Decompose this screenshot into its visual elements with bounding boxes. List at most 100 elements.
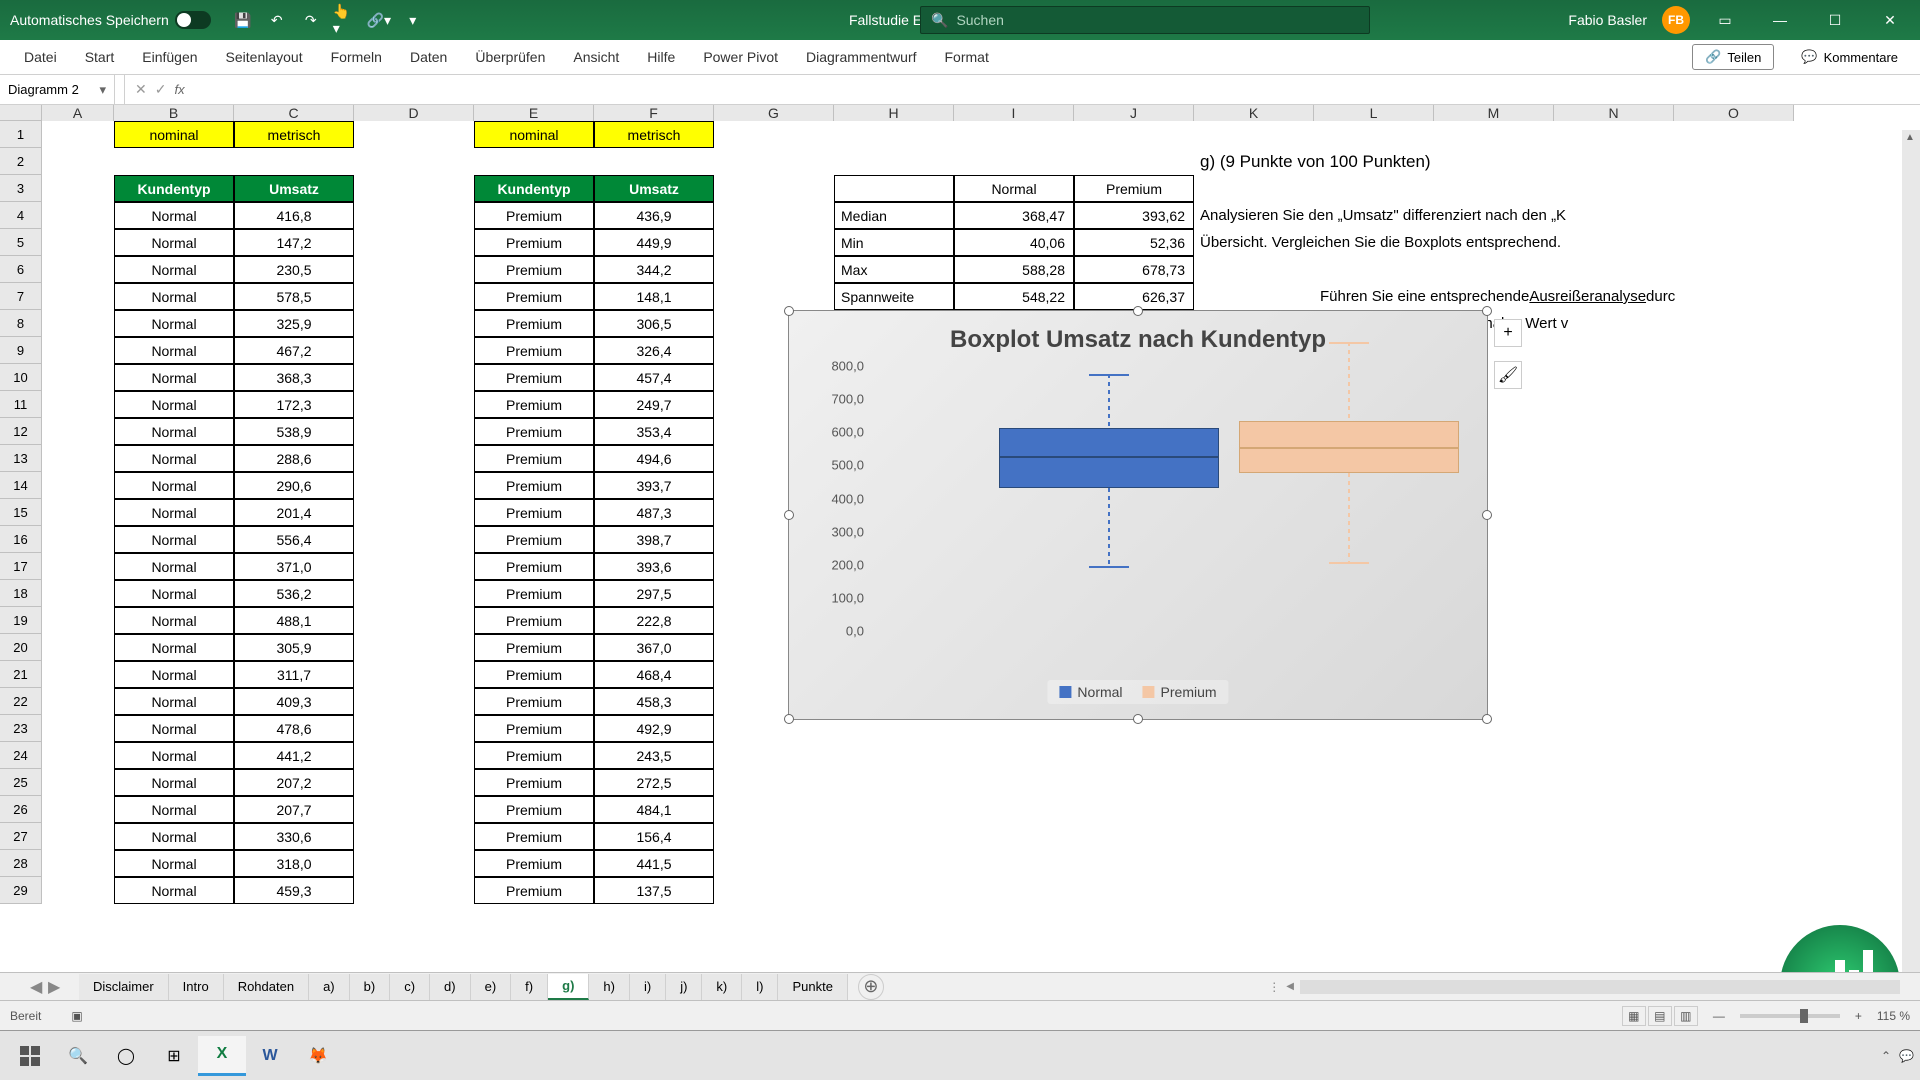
cell-e20[interactable]: Premium xyxy=(474,634,594,661)
notes-p2[interactable]: Führen Sie eine entsprechende Ausreißera… xyxy=(1314,283,1920,310)
link-icon[interactable]: 🔗▾ xyxy=(367,8,391,32)
cell-e15[interactable]: Premium xyxy=(474,499,594,526)
sheet-tab-f)[interactable]: f) xyxy=(511,974,548,1000)
sheet-tab-i)[interactable]: i) xyxy=(630,974,666,1000)
notes-title[interactable]: g) (9 Punkte von 100 Punkten) xyxy=(1194,148,1794,175)
cell-f15[interactable]: 487,3 xyxy=(594,499,714,526)
cell-b6[interactable]: Normal xyxy=(114,256,234,283)
cell-b15[interactable]: Normal xyxy=(114,499,234,526)
cell-b25[interactable]: Normal xyxy=(114,769,234,796)
row-header-19[interactable]: 19 xyxy=(0,607,42,634)
chart-handle-bc[interactable] xyxy=(1133,714,1143,724)
cell-f19[interactable]: 222,8 xyxy=(594,607,714,634)
start-button[interactable] xyxy=(6,1036,54,1076)
cell-b22[interactable]: Normal xyxy=(114,688,234,715)
cell-b5[interactable]: Normal xyxy=(114,229,234,256)
tab-einfuegen[interactable]: Einfügen xyxy=(128,40,211,75)
boxplot-chart[interactable]: + 🖌 Boxplot Umsatz nach Kundentyp 0,0100… xyxy=(788,310,1488,720)
cell-f29[interactable]: 137,5 xyxy=(594,877,714,904)
cell-j7[interactable]: 626,37 xyxy=(1074,283,1194,310)
col-header-I[interactable]: I xyxy=(954,105,1074,121)
cell-c3[interactable]: Umsatz xyxy=(234,175,354,202)
chart-plot-area[interactable]: 0,0100,0200,0300,0400,0500,0600,0700,080… xyxy=(869,366,1457,659)
search-box[interactable]: 🔍 Suchen xyxy=(920,6,1370,34)
notes-p1a[interactable]: Analysieren Sie den „Umsatz" differenzie… xyxy=(1194,202,1894,229)
col-header-D[interactable]: D xyxy=(354,105,474,121)
zoom-out-icon[interactable]: — xyxy=(1713,1009,1725,1023)
taskbar-notifications-icon[interactable]: 💬 xyxy=(1899,1049,1914,1063)
cell-f12[interactable]: 353,4 xyxy=(594,418,714,445)
row-header-4[interactable]: 4 xyxy=(0,202,42,229)
row-header-6[interactable]: 6 xyxy=(0,256,42,283)
cell-c16[interactable]: 556,4 xyxy=(234,526,354,553)
cell-h3[interactable] xyxy=(834,175,954,202)
cell-b13[interactable]: Normal xyxy=(114,445,234,472)
col-header-A[interactable]: A xyxy=(42,105,114,121)
chart-handle-tl[interactable] xyxy=(784,306,794,316)
cell-e14[interactable]: Premium xyxy=(474,472,594,499)
chart-handle-bl[interactable] xyxy=(784,714,794,724)
cell-e5[interactable]: Premium xyxy=(474,229,594,256)
share-button[interactable]: 🔗 Teilen xyxy=(1692,44,1774,70)
cell-b24[interactable]: Normal xyxy=(114,742,234,769)
row-header-11[interactable]: 11 xyxy=(0,391,42,418)
cell-f25[interactable]: 272,5 xyxy=(594,769,714,796)
cell-e28[interactable]: Premium xyxy=(474,850,594,877)
cell-e27[interactable]: Premium xyxy=(474,823,594,850)
cell-c8[interactable]: 325,9 xyxy=(234,310,354,337)
cell-f18[interactable]: 297,5 xyxy=(594,580,714,607)
row-header-1[interactable]: 1 xyxy=(0,121,42,148)
chart-legend[interactable]: Normal Premium xyxy=(1047,680,1228,704)
row-header-25[interactable]: 25 xyxy=(0,769,42,796)
fx-icon[interactable]: fx xyxy=(174,82,184,97)
cell-b19[interactable]: Normal xyxy=(114,607,234,634)
name-box[interactable]: Diagramm 2 ▾ xyxy=(0,75,115,104)
zoom-slider[interactable] xyxy=(1740,1014,1840,1018)
cell-c14[interactable]: 290,6 xyxy=(234,472,354,499)
col-header-M[interactable]: M xyxy=(1434,105,1554,121)
col-header-L[interactable]: L xyxy=(1314,105,1434,121)
notes-p1b[interactable]: Übersicht. Vergleichen Sie die Boxplots … xyxy=(1194,229,1894,256)
cell-b11[interactable]: Normal xyxy=(114,391,234,418)
zoom-in-icon[interactable]: + xyxy=(1855,1009,1862,1023)
col-header-G[interactable]: G xyxy=(714,105,834,121)
taskbar-search-icon[interactable]: 🔍 xyxy=(54,1036,102,1076)
cell-e18[interactable]: Premium xyxy=(474,580,594,607)
cell-b9[interactable]: Normal xyxy=(114,337,234,364)
cell-c24[interactable]: 441,2 xyxy=(234,742,354,769)
tab-start[interactable]: Start xyxy=(71,40,129,75)
row-header-21[interactable]: 21 xyxy=(0,661,42,688)
sheet-tab-Intro[interactable]: Intro xyxy=(169,974,224,1000)
row-header-13[interactable]: 13 xyxy=(0,445,42,472)
save-icon[interactable]: 💾 xyxy=(231,8,255,32)
row-header-28[interactable]: 28 xyxy=(0,850,42,877)
sheet-tab-Rohdaten[interactable]: Rohdaten xyxy=(224,974,309,1000)
cell-c26[interactable]: 207,7 xyxy=(234,796,354,823)
cell-e6[interactable]: Premium xyxy=(474,256,594,283)
cell-f10[interactable]: 457,4 xyxy=(594,364,714,391)
cell-c27[interactable]: 330,6 xyxy=(234,823,354,850)
cell-f14[interactable]: 393,7 xyxy=(594,472,714,499)
cell-j6[interactable]: 678,73 xyxy=(1074,256,1194,283)
cell-b3[interactable]: Kundentyp xyxy=(114,175,234,202)
cell-b20[interactable]: Normal xyxy=(114,634,234,661)
row-header-2[interactable]: 2 xyxy=(0,148,42,175)
chart-handle-tc[interactable] xyxy=(1133,306,1143,316)
taskbar-word-icon[interactable]: W xyxy=(246,1036,294,1076)
cell-c29[interactable]: 459,3 xyxy=(234,877,354,904)
cell-c5[interactable]: 147,2 xyxy=(234,229,354,256)
col-header-B[interactable]: B xyxy=(114,105,234,121)
cell-b10[interactable]: Normal xyxy=(114,364,234,391)
cell-i4[interactable]: 368,47 xyxy=(954,202,1074,229)
cell-c9[interactable]: 467,2 xyxy=(234,337,354,364)
cell-e29[interactable]: Premium xyxy=(474,877,594,904)
chart-styles-button[interactable]: 🖌 xyxy=(1494,361,1522,389)
col-header-H[interactable]: H xyxy=(834,105,954,121)
cell-e11[interactable]: Premium xyxy=(474,391,594,418)
zoom-level[interactable]: 115 % xyxy=(1877,1009,1910,1023)
enter-formula-icon[interactable]: ✓ xyxy=(155,81,167,98)
sheet-tab-c)[interactable]: c) xyxy=(390,974,430,1000)
row-header-17[interactable]: 17 xyxy=(0,553,42,580)
touch-icon[interactable]: 👆▾ xyxy=(333,8,357,32)
chart-handle-br[interactable] xyxy=(1482,714,1492,724)
